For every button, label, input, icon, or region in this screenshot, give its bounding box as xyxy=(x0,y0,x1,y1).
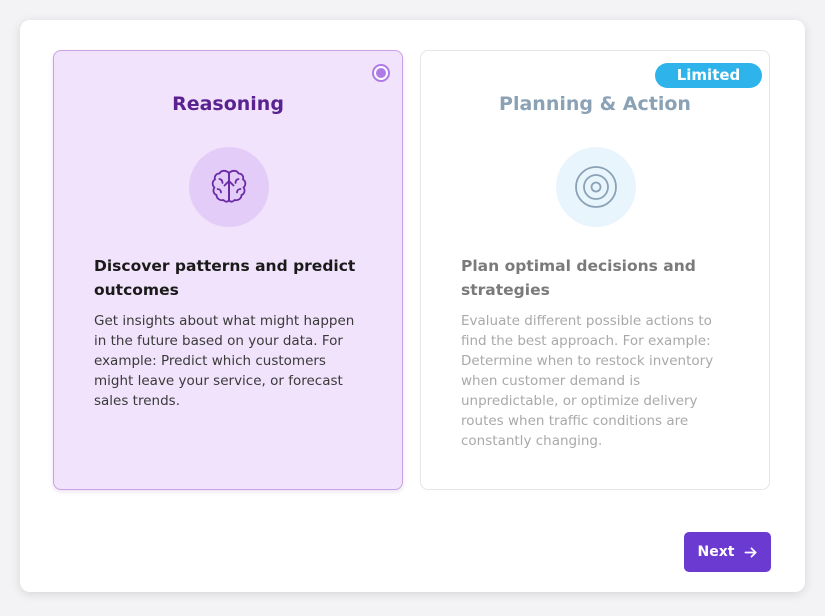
card-planning-action[interactable]: Limited Planning & Action Plan optimal d… xyxy=(420,50,770,490)
brain-icon-container xyxy=(189,147,269,227)
limited-badge: Limited xyxy=(655,63,762,88)
target-icon xyxy=(575,166,617,208)
task-type-dialog: Reasoning Discover patterns and predict … xyxy=(20,20,805,592)
card-title: Reasoning xyxy=(172,93,284,115)
card-heading: Plan optimal decisions and strategies xyxy=(461,257,696,299)
target-icon-container xyxy=(556,147,636,227)
card-description: Evaluate different possible actions to f… xyxy=(461,313,714,449)
next-button-label: Next xyxy=(697,544,735,560)
radio-selected-indicator[interactable] xyxy=(372,64,390,82)
next-button[interactable]: Next xyxy=(684,532,771,572)
card-reasoning[interactable]: Reasoning Discover patterns and predict … xyxy=(53,50,403,490)
card-title: Planning & Action xyxy=(499,93,691,115)
card-description: Get insights about what might happen in … xyxy=(94,313,355,409)
card-heading: Discover patterns and predict outcomes xyxy=(94,257,356,299)
brain-icon xyxy=(211,169,247,203)
arrow-right-icon xyxy=(745,546,757,558)
